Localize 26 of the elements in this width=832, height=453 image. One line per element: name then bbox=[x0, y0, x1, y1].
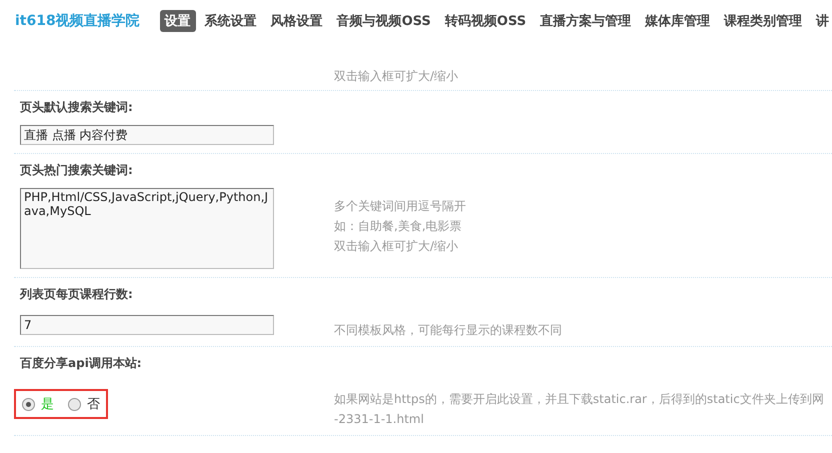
input-field[interactable]: 直播 点播 内容付费 bbox=[20, 125, 274, 145]
hint-text: 不同模板风格，可能每行显示的课程数不同 bbox=[334, 322, 563, 338]
setting-label: 列表页每页课程行数: bbox=[20, 286, 134, 303]
nav-tab[interactable]: 课程类别管理 bbox=[719, 10, 808, 32]
radio-button[interactable] bbox=[68, 398, 81, 410]
setting-label: 页头默认搜索关键词: bbox=[20, 99, 134, 116]
hint-text: 多个关键词间用逗号隔开 bbox=[334, 198, 467, 214]
hint-text: 双击输入框可扩大/缩小 bbox=[334, 238, 460, 254]
nav-tab[interactable]: 直播方案与管理 bbox=[535, 10, 636, 32]
nav-tab[interactable]: 设置 bbox=[160, 10, 196, 32]
nav-tab[interactable]: 讲 bbox=[811, 10, 832, 32]
setting-label: 页头热门搜索关键词: bbox=[20, 162, 134, 179]
hint-text: 如果网站是https的，需要开启此设置，并且下载static.rar，后得到的static文件夹上传到网 bbox=[334, 391, 825, 407]
hint-text: 双击输入框可扩大/缩小 bbox=[334, 68, 460, 84]
textarea-field[interactable]: PHP,Html/CSS,JavaScript,jQuery,Python,Java,MySQL bbox=[20, 188, 274, 269]
hint-text: -2331-1-1.html bbox=[334, 411, 425, 427]
radio-option[interactable]: 否 bbox=[68, 395, 100, 413]
input-field[interactable]: 7 bbox=[20, 315, 274, 335]
nav-tab[interactable]: 音频与视频OSS bbox=[332, 10, 436, 32]
nav-tab[interactable]: 转码视频OSS bbox=[440, 10, 532, 32]
nav-tab[interactable]: 风格设置 bbox=[266, 10, 328, 32]
nav-tab[interactable]: 媒体库管理 bbox=[640, 10, 716, 32]
setting-label: 百度分享api调用本站: bbox=[20, 355, 143, 372]
hint-text: 如：自助餐,美食,电影票 bbox=[334, 218, 463, 234]
nav-tab[interactable]: 系统设置 bbox=[200, 10, 262, 32]
radio-button[interactable] bbox=[22, 398, 35, 410]
